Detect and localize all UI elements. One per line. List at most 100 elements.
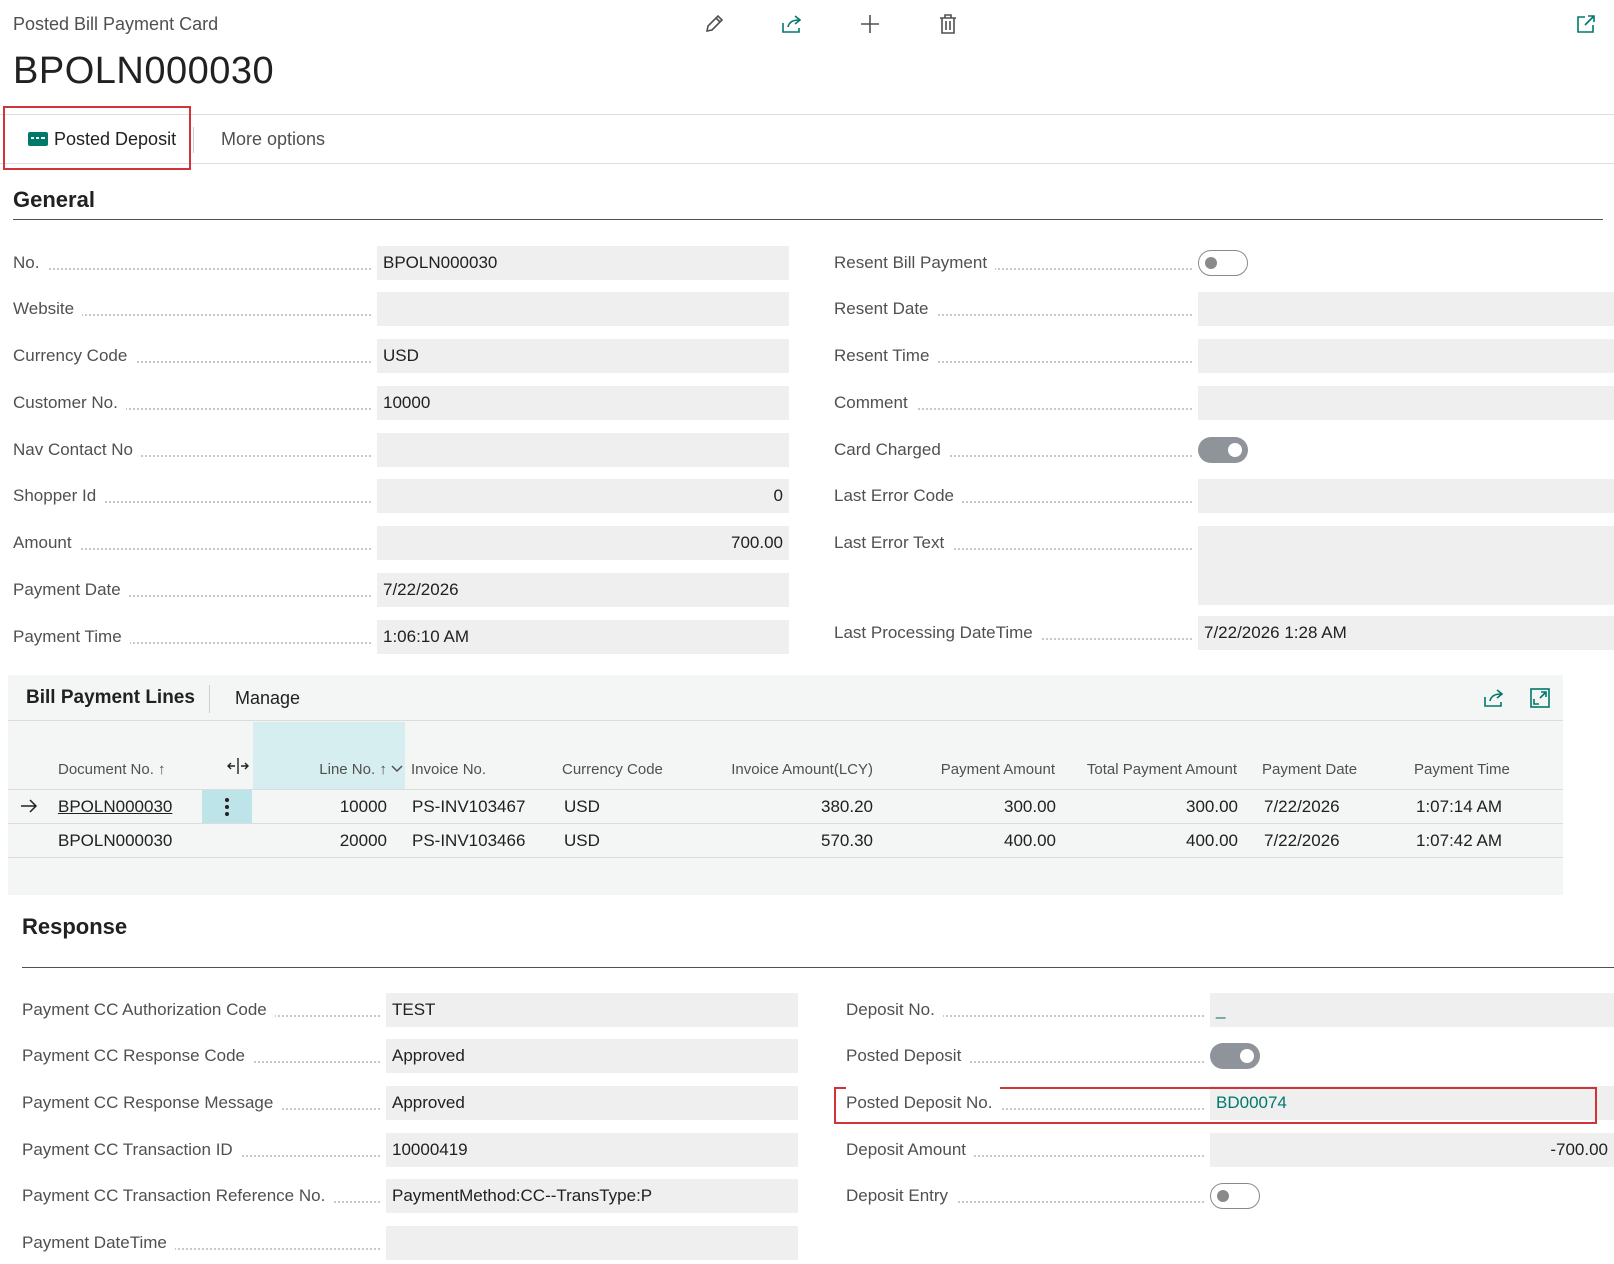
cell-document-no[interactable]: BPOLN000030 (58, 824, 172, 858)
payment-cc-transaction-reference-no-field[interactable]: PaymentMethod:CC--TransType:P (386, 1179, 798, 1213)
more-options-action[interactable]: More options (221, 115, 325, 163)
field-currency-code: Currency Code USD (13, 339, 789, 373)
field-label: Deposit No. (846, 993, 943, 1027)
nav-contact-no-field[interactable] (377, 433, 789, 467)
resent-bill-payment-toggle[interactable] (1198, 250, 1248, 276)
col-document-no[interactable]: Document No. ↑ (58, 761, 166, 778)
cell-line-no[interactable]: 20000 (258, 824, 387, 858)
table-row[interactable]: BPOLN000030 20000 PS-INV103466 USD 570.3… (8, 823, 1563, 857)
payment-cc-response-message-field[interactable]: Approved (386, 1086, 798, 1120)
posted-deposit-no-link[interactable]: BD00074 (1210, 1086, 1614, 1120)
payment-date-field[interactable]: 7/22/2026 (377, 573, 789, 607)
cell-invoice-no[interactable]: PS-INV103466 (412, 824, 525, 858)
cell-payment-time[interactable]: 1:07:14 AM (1416, 790, 1502, 824)
posted-deposit-toggle[interactable] (1210, 1043, 1260, 1069)
card-charged-toggle[interactable] (1198, 437, 1248, 463)
deposit-no-field[interactable]: _ (1210, 993, 1614, 1027)
manage-menu[interactable]: Manage (235, 688, 300, 709)
col-payment-date[interactable]: Payment Date (1262, 761, 1357, 778)
col-total-payment-amount[interactable]: Total Payment Amount (1068, 761, 1237, 778)
cell-currency-code[interactable]: USD (564, 824, 600, 858)
field-label: Website (13, 292, 83, 326)
field-label: Comment (834, 386, 916, 420)
cell-payment-amount[interactable]: 300.00 (888, 790, 1056, 824)
cell-payment-date[interactable]: 7/22/2026 (1264, 790, 1340, 824)
resent-time-field[interactable] (1198, 339, 1614, 373)
payment-cc-transaction-id-field[interactable]: 10000419 (386, 1133, 798, 1167)
field-deposit-amount: Deposit Amount -700.00 (846, 1133, 1614, 1167)
share-icon[interactable] (778, 10, 806, 38)
currency-code-field[interactable]: USD (377, 339, 789, 373)
amount-field[interactable]: 700.00 (377, 526, 789, 560)
customer-no-field[interactable]: 10000 (377, 386, 789, 420)
field-payment-cc-transaction-reference-no: Payment CC Transaction Reference No. Paym… (22, 1179, 798, 1213)
table-row[interactable]: BPOLN000030 10000 PS-INV103467 USD 380.2… (8, 789, 1563, 823)
field-label: Payment CC Response Message (22, 1086, 282, 1120)
field-label: Payment CC Response Code (22, 1039, 254, 1073)
no-field[interactable]: BPOLN000030 (377, 246, 789, 280)
field-payment-cc-transaction-id: Payment CC Transaction ID 10000419 (22, 1133, 798, 1167)
deposit-entry-toggle[interactable] (1210, 1183, 1260, 1209)
cell-line-no[interactable]: 10000 (258, 790, 387, 824)
cell-payment-amount[interactable]: 400.00 (888, 824, 1056, 858)
delete-icon[interactable] (934, 10, 962, 38)
add-icon[interactable] (856, 10, 884, 38)
cell-payment-time[interactable]: 1:07:42 AM (1416, 824, 1502, 858)
field-resent-time: Resent Time (834, 339, 1614, 373)
cell-payment-date[interactable]: 7/22/2026 (1264, 824, 1340, 858)
cell-total-payment-amount[interactable]: 400.00 (1068, 824, 1238, 858)
expand-icon[interactable] (1526, 684, 1554, 712)
field-last-processing-datetime: Last Processing DateTime 7/22/2026 1:28 … (834, 616, 1614, 650)
resent-date-field[interactable] (1198, 292, 1614, 326)
deposit-card-icon (28, 132, 48, 146)
field-label: Currency Code (13, 339, 136, 373)
comment-field[interactable] (1198, 386, 1614, 420)
col-line-no[interactable]: Line No. ↑ (258, 761, 403, 778)
current-row-arrow-icon (20, 798, 38, 819)
cell-document-no[interactable]: BPOLN000030 (58, 790, 172, 824)
field-label: Resent Date (834, 292, 937, 326)
sort-chevron-down-icon[interactable] (391, 761, 403, 778)
cell-total-payment-amount[interactable]: 300.00 (1068, 790, 1238, 824)
deposit-amount-field[interactable]: -700.00 (1210, 1133, 1614, 1167)
posted-deposit-action-label: Posted Deposit (54, 128, 177, 149)
col-currency-code[interactable]: Currency Code (562, 761, 663, 778)
cell-invoice-no[interactable]: PS-INV103467 (412, 790, 525, 824)
last-error-text-field[interactable] (1198, 526, 1614, 605)
field-label: Resent Time (834, 339, 938, 373)
website-field[interactable] (377, 292, 789, 326)
column-resize-icon[interactable] (226, 757, 250, 780)
cell-invoice-amount[interactable]: 570.30 (698, 824, 873, 858)
cell-currency-code[interactable]: USD (564, 790, 600, 824)
field-customer-no: Customer No. 10000 (13, 386, 789, 420)
col-invoice-no[interactable]: Invoice No. (411, 761, 486, 778)
field-shopper-id: Shopper Id 0 (13, 479, 789, 513)
cell-invoice-amount[interactable]: 380.20 (698, 790, 873, 824)
field-label: Last Error Text (834, 526, 953, 560)
field-payment-time: Payment Time 1:06:10 AM (13, 620, 789, 654)
field-label: Last Error Code (834, 479, 962, 513)
payment-time-field[interactable]: 1:06:10 AM (377, 620, 789, 654)
shopper-id-field[interactable]: 0 (377, 479, 789, 513)
open-in-new-window-icon[interactable] (1572, 10, 1600, 38)
row-divider (8, 857, 1563, 858)
col-invoice-amount[interactable]: Invoice Amount(LCY) (698, 761, 873, 778)
action-bar: Posted Deposit More options (0, 114, 1614, 164)
col-payment-time[interactable]: Payment Time (1414, 761, 1510, 778)
last-processing-datetime-field[interactable]: 7/22/2026 1:28 AM (1198, 616, 1614, 650)
field-label: Posted Deposit (846, 1039, 970, 1073)
section-response-title: Response (22, 914, 128, 939)
lines-share-icon[interactable] (1480, 684, 1508, 712)
posted-deposit-action[interactable]: Posted Deposit (28, 115, 176, 163)
field-amount: Amount 700.00 (13, 526, 789, 560)
field-label: Payment DateTime (22, 1226, 175, 1260)
last-error-code-field[interactable] (1198, 479, 1614, 513)
edit-icon[interactable] (700, 10, 728, 38)
col-payment-amount[interactable]: Payment Amount (888, 761, 1055, 778)
payment-cc-response-code-field[interactable]: Approved (386, 1039, 798, 1073)
payment-datetime-field[interactable] (386, 1226, 798, 1260)
payment-cc-authorization-code-field[interactable]: TEST (386, 993, 798, 1027)
field-posted-deposit-no: Posted Deposit No. BD00074 (846, 1086, 1614, 1120)
field-no: No. BPOLN000030 (13, 246, 789, 280)
row-menu-icon[interactable] (202, 790, 252, 823)
